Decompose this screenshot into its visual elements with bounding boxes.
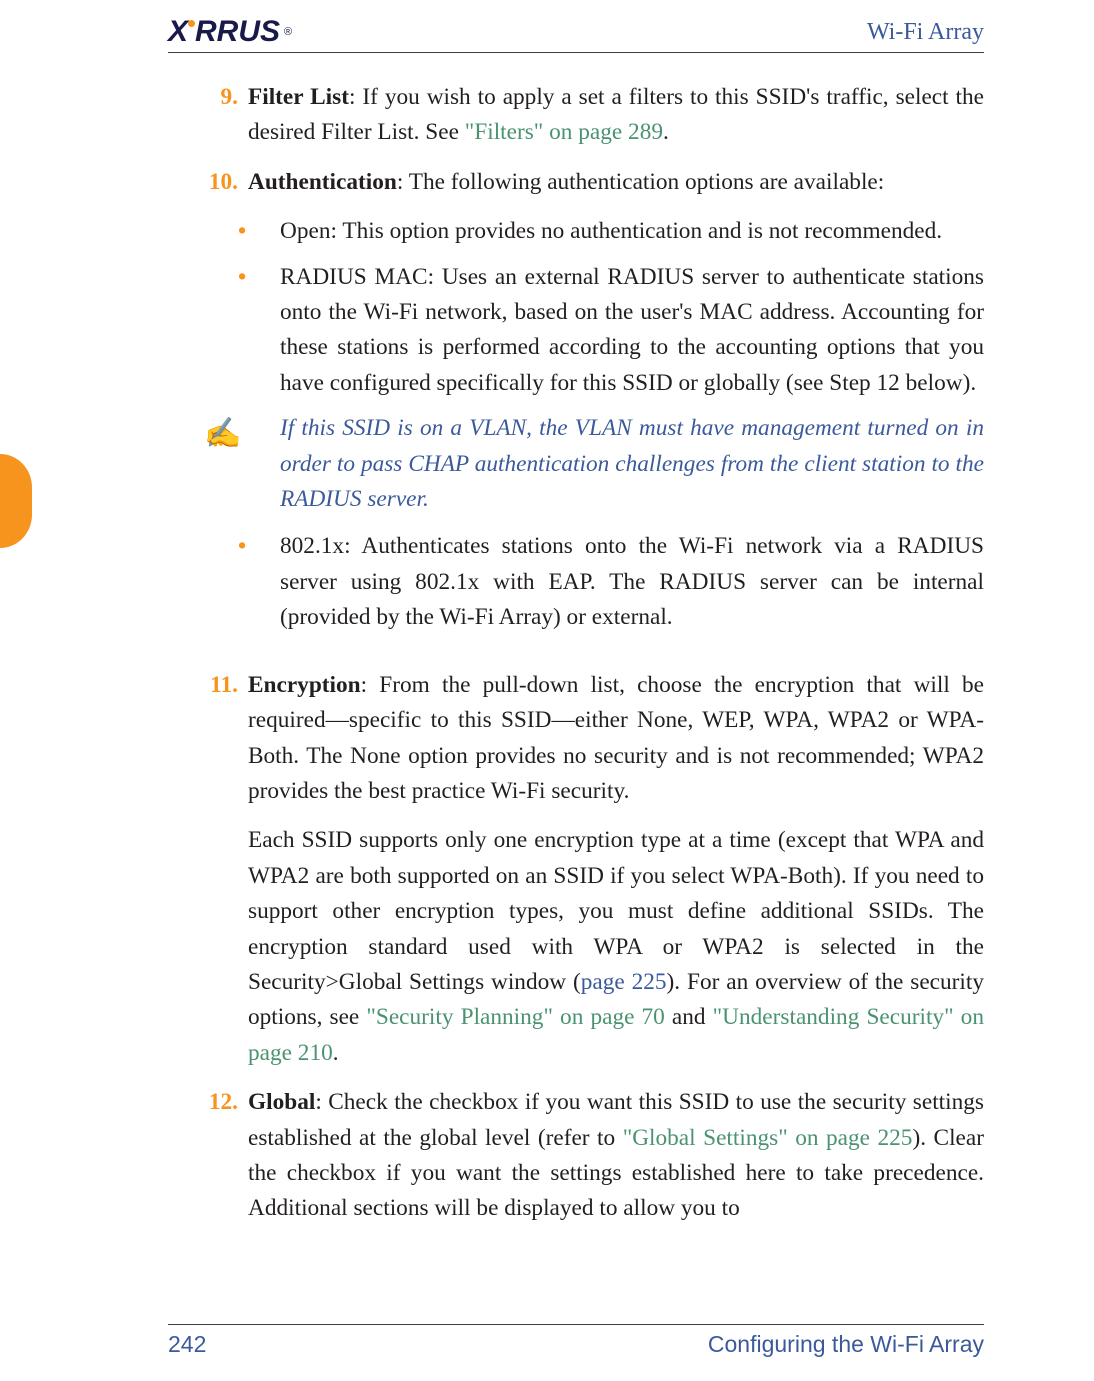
item-number: 9. bbox=[168, 80, 248, 151]
bullet-lead: 802.1x: bbox=[280, 533, 351, 559]
step12-link[interactable]: Step 12 bbox=[829, 370, 900, 396]
item-text: : The following authentication options a… bbox=[397, 169, 884, 195]
product-name: Wi-Fi Array bbox=[867, 19, 984, 46]
bullet-body: Open: This option provides no authentica… bbox=[280, 214, 984, 249]
note-text: If this SSID is on a VLAN, the VLAN must… bbox=[280, 411, 984, 517]
p2-d: . bbox=[333, 1040, 339, 1066]
global-settings-link[interactable]: "Global Settings" on page 225 bbox=[623, 1125, 913, 1151]
bullet-dot-icon: • bbox=[238, 214, 280, 249]
bullet-lead: Open: bbox=[280, 218, 337, 244]
item-title: Filter List bbox=[248, 84, 349, 110]
list-item-12: 12. Global: Check the checkbox if you wa… bbox=[168, 1085, 984, 1227]
item-title: Authentication bbox=[248, 169, 397, 195]
xirrus-logo: XRRUS ® bbox=[168, 15, 292, 49]
bullet-text: This option provides no authentication a… bbox=[337, 218, 942, 244]
auth-bullets-cont: • 802.1x: Authenticates stations onto th… bbox=[238, 529, 984, 635]
list-item-9: 9. Filter List: If you wish to apply a s… bbox=[168, 80, 984, 151]
logo-registered-icon: ® bbox=[284, 26, 292, 38]
logo-text-part1: X bbox=[168, 15, 188, 49]
item-body: Global: Check the checkbox if you want t… bbox=[248, 1085, 984, 1227]
logo-dot-icon bbox=[188, 20, 195, 27]
header-divider bbox=[168, 52, 984, 53]
document-page: XRRUS ® Wi-Fi Array 9. Filter List: If yo… bbox=[0, 0, 1094, 1381]
item-body: Filter List: If you wish to apply a set … bbox=[248, 80, 984, 151]
item-body: Authentication: The following authentica… bbox=[248, 165, 984, 200]
bullet-text: Authenticates stations onto the Wi-Fi ne… bbox=[280, 533, 984, 630]
bullet-dot-icon: • bbox=[238, 260, 280, 402]
item-title: Encryption bbox=[248, 672, 361, 698]
filters-link[interactable]: "Filters" on page 289 bbox=[465, 119, 663, 145]
bullet-text-b: below). bbox=[900, 370, 976, 396]
side-tab-indicator bbox=[0, 454, 32, 548]
item-number: 12. bbox=[168, 1085, 248, 1227]
bullet-body: RADIUS MAC: Uses an external RADIUS serv… bbox=[280, 260, 984, 402]
bullet-lead: RADIUS MAC: bbox=[280, 264, 434, 290]
p2-c: and bbox=[665, 1004, 713, 1030]
page-number: 242 bbox=[168, 1331, 206, 1358]
footer-divider bbox=[168, 1324, 984, 1325]
logo-text-part2: RRUS bbox=[195, 15, 280, 49]
security-planning-link[interactable]: "Security Planning" on page 70 bbox=[366, 1004, 664, 1030]
item-number: 11. bbox=[168, 668, 248, 1071]
hand-writing-icon: ✍ bbox=[204, 411, 280, 517]
spacer bbox=[168, 646, 984, 668]
bullet-dot-icon: • bbox=[238, 529, 280, 635]
auth-bullets: • Open: This option provides no authenti… bbox=[238, 214, 984, 401]
bullet-8021x: • 802.1x: Authenticates stations onto th… bbox=[238, 529, 984, 635]
section-title: Configuring the Wi-Fi Array bbox=[708, 1331, 984, 1358]
page-content: 9. Filter List: If you wish to apply a s… bbox=[168, 80, 984, 1309]
item-p2: Each SSID supports only one encryption t… bbox=[248, 823, 984, 1071]
vlan-note: ✍ If this SSID is on a VLAN, the VLAN mu… bbox=[204, 411, 984, 517]
page-footer: 242 Configuring the Wi-Fi Array bbox=[168, 1331, 984, 1361]
list-item-10: 10. Authentication: The following authen… bbox=[168, 165, 984, 200]
item-body: Encryption: From the pull-down list, cho… bbox=[248, 668, 984, 1071]
bullet-body: 802.1x: Authenticates stations onto the … bbox=[280, 529, 984, 635]
list-item-11: 11. Encryption: From the pull-down list,… bbox=[168, 668, 984, 1071]
page-header: XRRUS ® Wi-Fi Array bbox=[168, 15, 984, 51]
item-text-b: . bbox=[663, 119, 669, 145]
item-title: Global bbox=[248, 1089, 315, 1115]
page225-link[interactable]: page 225 bbox=[581, 969, 667, 995]
item-number: 10. bbox=[168, 165, 248, 200]
bullet-open: • Open: This option provides no authenti… bbox=[238, 214, 984, 249]
bullet-radius-mac: • RADIUS MAC: Uses an external RADIUS se… bbox=[238, 260, 984, 402]
